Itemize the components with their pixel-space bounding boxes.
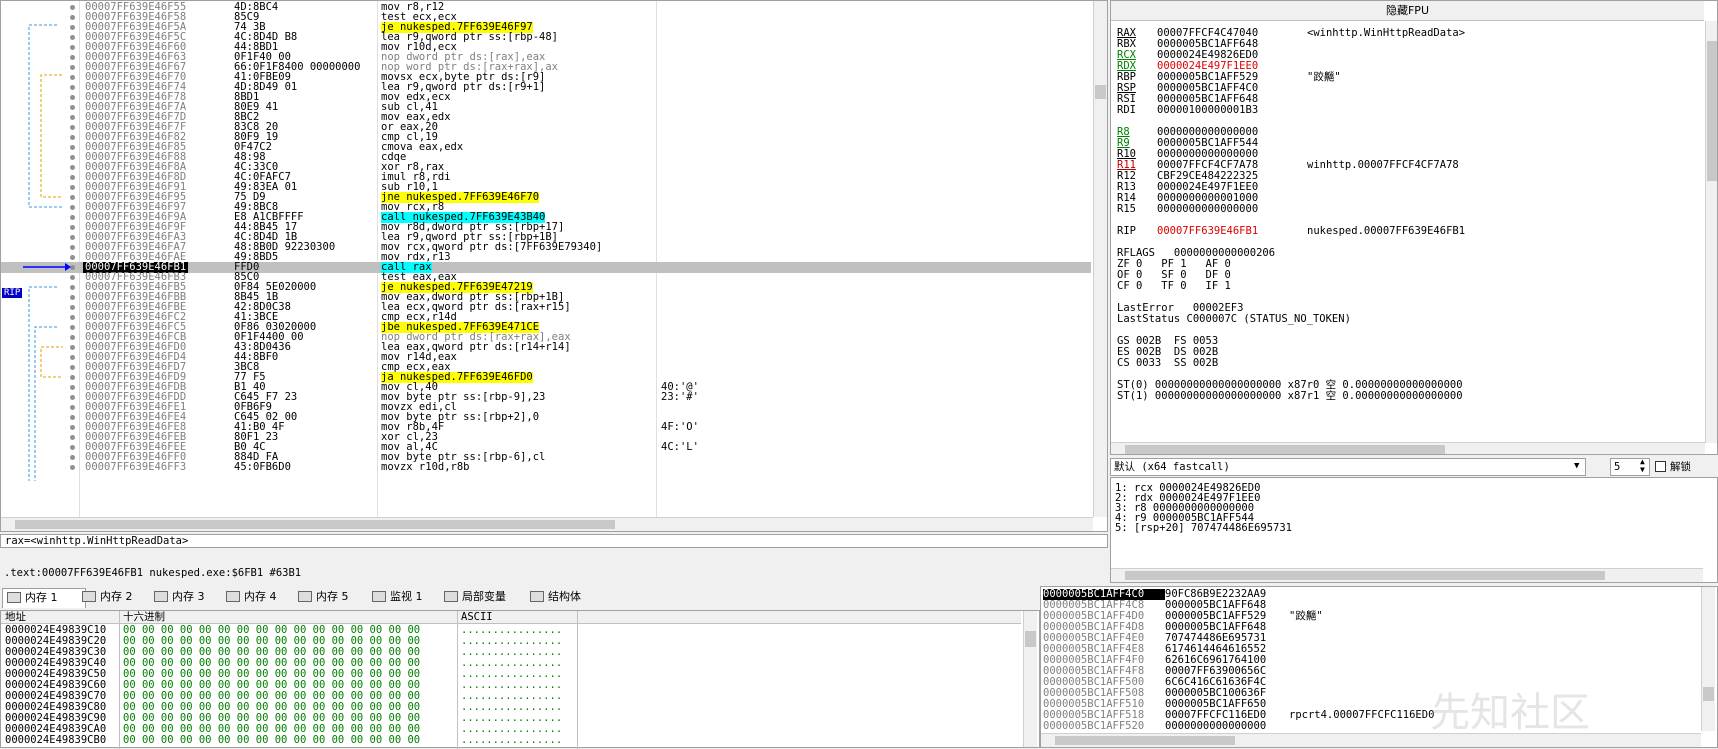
- struct-icon: [530, 591, 544, 602]
- dump-tabs: 内存 1 内存 2 内存 3 内存 4 内存 5 监视 1 局部变量 结构体: [0, 586, 1040, 608]
- dump-header: 地址 十六进制 ASCII: [1, 611, 1021, 624]
- tab-1[interactable]: 内存 1: [2, 588, 86, 608]
- last-status: LastStatus C000007C (STATUS_NO_TOKEN): [1117, 313, 1351, 325]
- instr-address: 00007FF639E46FF3: [85, 461, 187, 473]
- watermark: 先知社区: [1430, 690, 1590, 736]
- scroll-thumb[interactable]: [1125, 445, 1445, 454]
- call-convention-bar: 默认 (x64 fastcall) ▼ 5 ▲ ▼ 解锁: [1110, 457, 1718, 477]
- disasm-row[interactable]: 00007FF639E46FF3 45:0FB6D0 movzx r10d,r8b: [1, 462, 1091, 473]
- call-convention-select[interactable]: 默认 (x64 fastcall): [1110, 458, 1586, 476]
- tab-label: 监视 1: [390, 590, 423, 603]
- register-panel[interactable]: 隐藏FPU RAX 00007FFCF4C47040 <winhttp.WinHtt…: [1110, 0, 1718, 455]
- expression-status: rax=<winhttp.WinHttpReadData>: [0, 534, 1108, 548]
- instr-bytes: 45:0FB6D0: [234, 461, 291, 473]
- memory-icon: [7, 592, 21, 603]
- dump-ascii[interactable]: ................: [461, 734, 562, 746]
- branch-arrow-ja-fd9: [40, 346, 63, 378]
- register-value[interactable]: 00007FF639E46FB1: [1157, 225, 1307, 237]
- tab-label: 结构体: [548, 590, 581, 603]
- disasm-hscroll[interactable]: [1, 517, 1093, 531]
- branch-arrow-jne-f95: [40, 74, 63, 198]
- memory-icon: [82, 591, 96, 602]
- scroll-thumb[interactable]: [1125, 571, 1605, 580]
- rip-arrowhead: [65, 263, 71, 271]
- tab-5[interactable]: 内存 5: [294, 588, 378, 608]
- register-name: RIP: [1117, 225, 1136, 237]
- stack-comment: "跤齆": [1289, 610, 1323, 622]
- tab-label: 内存 1: [25, 591, 58, 604]
- hide-fpu-button[interactable]: 隐藏FPU: [1111, 1, 1704, 21]
- flags-line: CF 0 TF 0 IF 1: [1117, 280, 1231, 292]
- chevron-down-icon[interactable]: ▼: [1574, 461, 1579, 471]
- branch-arrow-jbe-fc5: [34, 326, 57, 481]
- rip-marker: RIP: [2, 288, 23, 298]
- tab-8[interactable]: 结构体: [526, 588, 596, 608]
- tab-label: 内存 3: [172, 590, 205, 603]
- disassembly-view[interactable]: 00007FF639E46F55 4D:8BC4 mov r8,r12 00007FF…: [0, 0, 1108, 532]
- header-address[interactable]: 地址: [5, 611, 26, 624]
- locals-icon: [444, 591, 458, 602]
- address-status: .text:00007FF639E46FB1 nukesped.exe:$6FB…: [4, 567, 302, 579]
- stack-comment: rpcrt4.00007FFCFC116ED0: [1289, 709, 1435, 721]
- stack-address: 0000005BC1AFF520: [1043, 720, 1145, 732]
- register-comment: nukesped.00007FF639E46FB1: [1307, 225, 1466, 237]
- header-ascii[interactable]: ASCII: [461, 611, 493, 624]
- tab-label: 局部变量: [462, 590, 506, 603]
- disasm-vscroll[interactable]: [1093, 1, 1107, 517]
- memory-icon: [154, 591, 168, 602]
- dump-address: 0000024E49839CB0: [5, 734, 107, 746]
- unlock-checkbox[interactable]: [1655, 461, 1666, 472]
- memory-dump-view[interactable]: 地址 十六进制 ASCII 0000024E49839C10 00 00 00 0…: [0, 610, 1040, 749]
- args-hscroll[interactable]: [1111, 568, 1703, 582]
- unlock-label: 解锁: [1670, 461, 1691, 473]
- stack-hscroll[interactable]: [1041, 733, 1701, 747]
- stack-vscroll[interactable]: [1701, 587, 1715, 731]
- dump-row[interactable]: 0000024E49839CB0 00 00 00 00 00 00 00 00 …: [5, 735, 562, 746]
- stack-row[interactable]: 0000005BC1AFF520 0000000000000000: [1043, 721, 1289, 732]
- scroll-thumb[interactable]: [1707, 41, 1717, 181]
- dump-vscroll[interactable]: [1023, 611, 1037, 747]
- watch-icon: [372, 591, 386, 602]
- spin-arrows-icon[interactable]: ▲ ▼: [1640, 458, 1645, 474]
- scroll-thumb[interactable]: [1025, 631, 1036, 647]
- scroll-thumb[interactable]: [1703, 687, 1714, 701]
- tab-label: 内存 4: [244, 590, 277, 603]
- column-divider: [577, 611, 578, 749]
- tab-7[interactable]: 局部变量: [440, 588, 524, 608]
- dump-hex[interactable]: 00 00 00 00 00 00 00 00 00 00 00 00 00 0…: [123, 735, 461, 746]
- stack-value[interactable]: 0000000000000000: [1165, 721, 1289, 732]
- tab-label: 内存 5: [316, 590, 349, 603]
- scroll-thumb[interactable]: [1055, 736, 1235, 745]
- scroll-thumb[interactable]: [1095, 85, 1106, 99]
- memory-icon: [226, 591, 240, 602]
- register-comment: winhttp.00007FFCF4CF7A78: [1307, 159, 1459, 171]
- call-args-list[interactable]: 1: rcx 0000024E49826ED0 2: rdx 0000024E49…: [1110, 477, 1718, 583]
- tab-label: 内存 2: [100, 590, 133, 603]
- instr-text: movzx r10d,r8b: [381, 461, 470, 473]
- register-vscroll[interactable]: [1705, 21, 1717, 443]
- branch-arrow-je-fb5: [28, 286, 57, 481]
- branch-arrows: [23, 24, 71, 481]
- header-hex[interactable]: 十六进制: [123, 611, 165, 624]
- scroll-thumb[interactable]: [15, 520, 615, 529]
- register-row[interactable]: RIP 00007FF639E46FB1 nukesped.00007FF639E4…: [1117, 225, 1465, 237]
- memory-icon: [298, 591, 312, 602]
- stack-view[interactable]: 0000005BC1AFF4C0 90FC86B9E2232AA9 0000005B…: [1040, 586, 1718, 748]
- fpu-line: ST(1) 00000000000000000000 x87r1 空 0.000…: [1117, 390, 1463, 402]
- call-arg-row[interactable]: 5: [rsp+20] 707474486E695731: [1115, 522, 1292, 534]
- register-comment: "跤齆": [1307, 71, 1341, 83]
- register-hscroll[interactable]: [1111, 442, 1705, 454]
- branch-arrow-je-f5a: [28, 24, 63, 208]
- segment-line: CS 0033 SS 002B: [1117, 357, 1219, 369]
- register-comment: <winhttp.WinHttpReadData>: [1307, 27, 1466, 39]
